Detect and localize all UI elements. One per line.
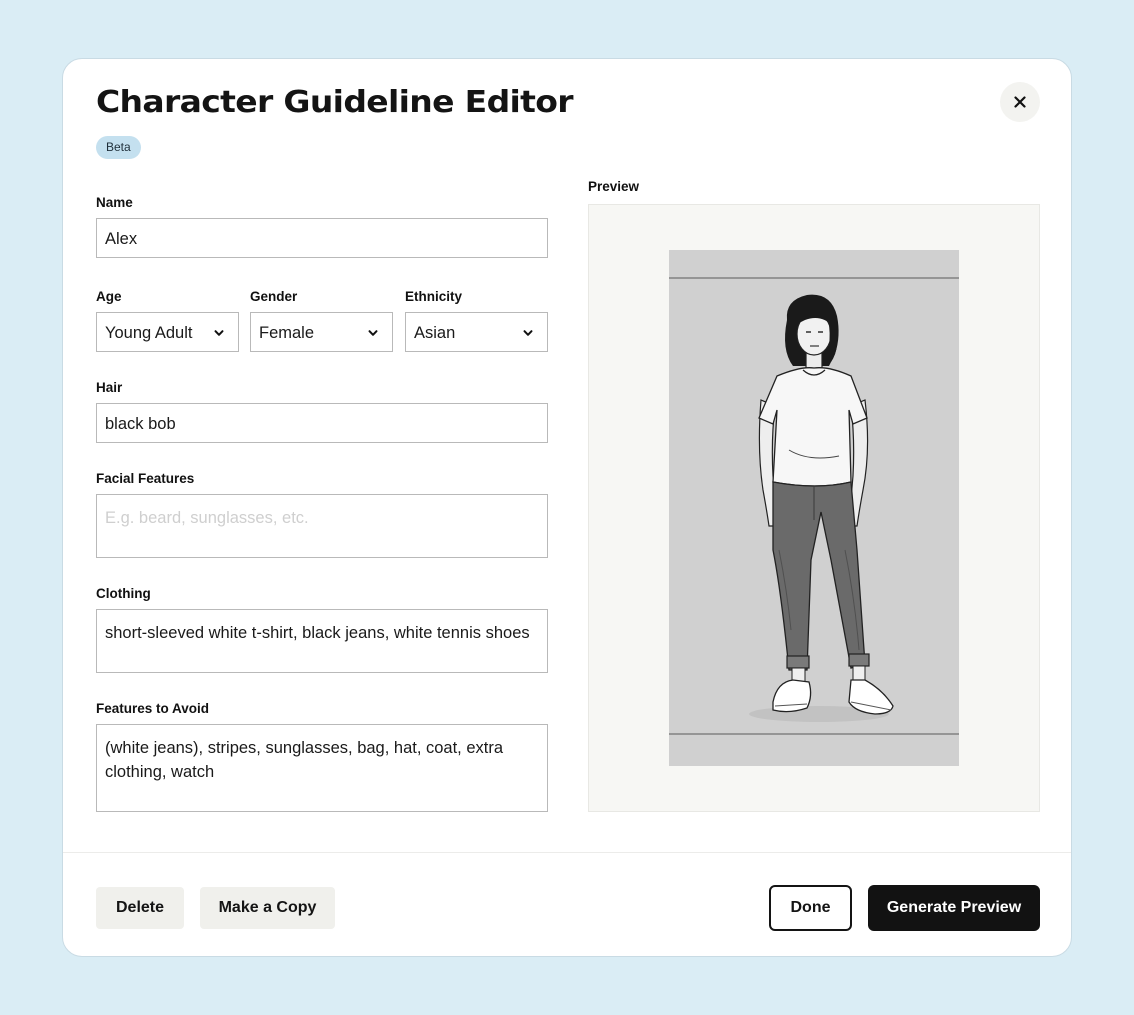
gender-select[interactable]: Female <box>250 312 393 352</box>
beta-badge: Beta <box>96 136 141 159</box>
features-to-avoid-input[interactable]: (white jeans), stripes, sunglasses, bag,… <box>96 724 548 812</box>
preview-label: Preview <box>588 179 640 194</box>
chevron-down-icon <box>368 330 378 336</box>
chevron-down-icon <box>214 330 224 336</box>
features-to-avoid-label: Features to Avoid <box>96 701 210 716</box>
facial-features-placeholder: E.g. beard, sunglasses, etc. <box>105 509 309 527</box>
gender-label: Gender <box>250 289 298 304</box>
facial-features-input[interactable]: E.g. beard, sunglasses, etc. <box>96 494 548 558</box>
character-guideline-dialog: Character Guideline Editor Beta Name Ale… <box>62 58 1072 957</box>
dialog-title: Character Guideline Editor <box>96 85 574 120</box>
ethnicity-select-value: Asian <box>414 324 456 342</box>
close-icon <box>1014 96 1026 108</box>
hair-label: Hair <box>96 380 123 395</box>
preview-panel <box>588 204 1040 812</box>
generate-preview-button[interactable]: Generate Preview <box>868 885 1040 931</box>
delete-button[interactable]: Delete <box>96 887 184 929</box>
name-label: Name <box>96 195 133 210</box>
facial-features-label: Facial Features <box>96 471 195 486</box>
gender-select-value: Female <box>259 324 315 342</box>
hair-input[interactable]: black bob <box>96 403 548 443</box>
name-input[interactable]: Alex <box>96 218 548 258</box>
clothing-input[interactable]: short-sleeved white t-shirt, black jeans… <box>96 609 548 673</box>
done-button[interactable]: Done <box>769 885 852 931</box>
age-select[interactable]: Young Adult <box>96 312 239 352</box>
age-select-value: Young Adult <box>105 324 193 342</box>
footer-divider <box>63 852 1071 853</box>
close-button[interactable] <box>1000 82 1040 122</box>
age-label: Age <box>96 289 122 304</box>
ethnicity-label: Ethnicity <box>405 289 463 304</box>
character-preview-image <box>669 250 959 766</box>
make-copy-button[interactable]: Make a Copy <box>200 887 335 929</box>
chevron-down-icon <box>523 330 533 336</box>
character-illustration <box>669 250 959 766</box>
clothing-label: Clothing <box>96 586 151 601</box>
ethnicity-select[interactable]: Asian <box>405 312 548 352</box>
